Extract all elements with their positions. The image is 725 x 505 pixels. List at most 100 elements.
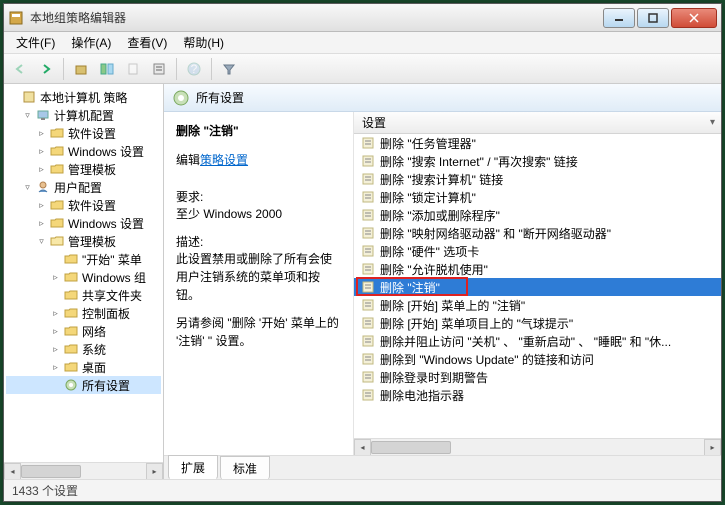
list-row[interactable]: 删除到 "Windows Update" 的链接和访问 <box>354 350 721 368</box>
list-row[interactable]: 删除 "映射网络驱动器" 和 "断开网络驱动器" <box>354 224 721 242</box>
expand-icon[interactable]: ▹ <box>36 164 47 175</box>
list-body[interactable]: 删除 "任务管理器"删除 "搜索 Internet" / "再次搜索" 链接删除… <box>354 134 721 438</box>
up-button[interactable] <box>69 57 93 81</box>
list-row-label: 删除登录时到期警告 <box>380 369 488 386</box>
show-hide-tree-button[interactable] <box>95 57 119 81</box>
maximize-button[interactable] <box>637 8 669 28</box>
expand-icon[interactable]: ▹ <box>36 200 47 211</box>
minimize-button[interactable] <box>603 8 635 28</box>
list-row[interactable]: 删除 "允许脱机使用" <box>354 260 721 278</box>
tree-start-menu[interactable]: "开始" 菜单 <box>6 250 161 268</box>
tree-shared-folders[interactable]: 共享文件夹 <box>6 286 161 304</box>
user-icon <box>35 179 51 195</box>
folder-icon <box>63 251 79 267</box>
list-row[interactable]: 删除 [开始] 菜单项目上的 "气球提示" <box>354 314 721 332</box>
list-row[interactable]: 删除 "搜索计算机" 链接 <box>354 170 721 188</box>
detail-panel: 删除 "注销" 编辑策略设置 要求: 至少 Windows 2000 描述: 此… <box>164 112 354 455</box>
back-button[interactable] <box>8 57 32 81</box>
policy-settings-link[interactable]: 策略设置 <box>200 151 248 168</box>
menu-view[interactable]: 查看(V) <box>119 32 175 53</box>
tree-hscroll[interactable]: ◂ ▸ <box>4 462 163 479</box>
tree-admin-templates[interactable]: ▹管理模板 <box>6 160 161 178</box>
expand-icon[interactable]: ▹ <box>36 128 47 139</box>
list-header-label: 设置 <box>362 114 386 131</box>
list-hscroll[interactable]: ◂ ▸ <box>354 438 721 455</box>
tree-user-config[interactable]: ▿用户配置 <box>6 178 161 196</box>
tree-root[interactable]: 本地计算机 策略 <box>6 88 161 106</box>
expand-icon[interactable]: ▹ <box>50 272 61 283</box>
menu-help[interactable]: 帮助(H) <box>175 32 232 53</box>
list-row-label: 删除 "任务管理器" <box>380 135 476 152</box>
tree-software2[interactable]: ▹ 软件设置 <box>6 196 161 214</box>
scroll-thumb[interactable] <box>371 441 451 454</box>
tree-admin-templates2[interactable]: ▿管理模板 <box>6 232 161 250</box>
export-button[interactable] <box>121 57 145 81</box>
status-bar: 1433 个设置 <box>4 479 721 501</box>
forward-button[interactable] <box>34 57 58 81</box>
list-row[interactable]: 删除 "任务管理器" <box>354 134 721 152</box>
folder-icon <box>49 143 65 159</box>
menu-action[interactable]: 操作(A) <box>63 32 119 53</box>
tree-windows-group[interactable]: ▹Windows 组 <box>6 268 161 286</box>
expander-icon[interactable] <box>8 92 19 103</box>
scroll-left-icon[interactable]: ◂ <box>354 439 371 455</box>
tree-windows-settings[interactable]: ▹Windows 设置 <box>6 142 161 160</box>
scroll-left-icon[interactable]: ◂ <box>4 463 21 479</box>
list-row-label: 删除 [开始] 菜单上的 "注销" <box>380 297 525 314</box>
toolbar-divider <box>176 58 177 80</box>
scroll-right-icon[interactable]: ▸ <box>146 463 163 479</box>
list-row-label: 删除 "允许脱机使用" <box>380 261 488 278</box>
tree-system[interactable]: ▹系统 <box>6 340 161 358</box>
expand-icon[interactable]: ▹ <box>50 362 61 373</box>
status-text: 1433 个设置 <box>12 482 78 499</box>
list-panel: 设置 ▾ 删除 "任务管理器"删除 "搜索 Internet" / "再次搜索"… <box>354 112 721 455</box>
filter-button[interactable] <box>217 57 241 81</box>
expand-icon[interactable]: ▹ <box>50 344 61 355</box>
tree-desktop[interactable]: ▹桌面 <box>6 358 161 376</box>
list-row[interactable]: 删除电池指示器 <box>354 386 721 404</box>
titlebar[interactable]: 本地组策略编辑器 <box>4 4 721 32</box>
folder-icon <box>49 125 65 141</box>
list-row[interactable]: 删除并阻止访问 "关机" 、 "重新启动" 、 "睡眠" 和 "休... <box>354 332 721 350</box>
req-label: 要求: <box>176 188 341 205</box>
policy-item-icon <box>360 207 376 223</box>
tree-all-settings[interactable]: 所有设置 <box>6 376 161 394</box>
menubar: 文件(F) 操作(A) 查看(V) 帮助(H) <box>4 32 721 54</box>
tab-standard[interactable]: 标准 <box>220 456 270 479</box>
list-row[interactable]: 删除 "添加或删除程序" <box>354 206 721 224</box>
list-row[interactable]: 删除 [开始] 菜单上的 "注销" <box>354 296 721 314</box>
expand-icon[interactable]: ▹ <box>50 326 61 337</box>
scroll-right-icon[interactable]: ▸ <box>704 439 721 455</box>
toolbar-divider <box>63 58 64 80</box>
close-button[interactable] <box>671 8 717 28</box>
tree-control-panel[interactable]: ▹控制面板 <box>6 304 161 322</box>
list-column-header[interactable]: 设置 ▾ <box>354 112 721 134</box>
list-row-label: 删除 "硬件" 选项卡 <box>380 243 479 260</box>
list-row[interactable]: 删除 "搜索 Internet" / "再次搜索" 链接 <box>354 152 721 170</box>
properties-button[interactable] <box>147 57 171 81</box>
edit-label: 编辑 <box>176 153 200 167</box>
tree[interactable]: 本地计算机 策略 ▿计算机配置 ▹软件设置 ▹Windows 设置 ▹管理模板 … <box>4 84 163 462</box>
scroll-thumb[interactable] <box>21 465 81 478</box>
policy-item-icon <box>360 243 376 259</box>
collapse-icon[interactable]: ▿ <box>22 110 33 121</box>
expand-icon[interactable]: ▹ <box>36 146 47 157</box>
menu-file[interactable]: 文件(F) <box>8 32 63 53</box>
expand-icon[interactable]: ▹ <box>50 308 61 319</box>
list-row[interactable]: 删除 "注销" <box>354 278 721 296</box>
folder-icon <box>63 323 79 339</box>
tree-network[interactable]: ▹网络 <box>6 322 161 340</box>
list-row[interactable]: 删除 "硬件" 选项卡 <box>354 242 721 260</box>
list-row[interactable]: 删除 "锁定计算机" <box>354 188 721 206</box>
tree-computer-config[interactable]: ▿计算机配置 <box>6 106 161 124</box>
help-button[interactable]: ? <box>182 57 206 81</box>
tree-windows-settings2[interactable]: ▹Windows 设置 <box>6 214 161 232</box>
tree-software[interactable]: ▹软件设置 <box>6 124 161 142</box>
collapse-icon[interactable]: ▿ <box>22 182 33 193</box>
tree-label: 软件设置 <box>68 197 116 214</box>
list-row[interactable]: 删除登录时到期警告 <box>354 368 721 386</box>
policy-item-icon <box>360 369 376 385</box>
tab-extended[interactable]: 扩展 <box>168 455 218 479</box>
expand-icon[interactable]: ▹ <box>36 218 47 229</box>
collapse-icon[interactable]: ▿ <box>36 236 47 247</box>
